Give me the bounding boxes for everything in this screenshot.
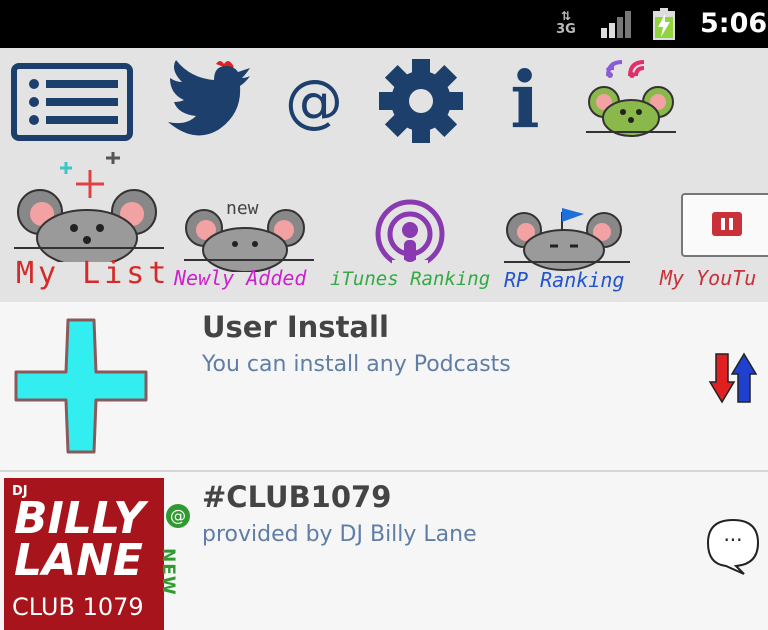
category-label: RP Ranking <box>504 268 625 292</box>
thumb-line2: LANE <box>14 535 143 586</box>
category-strip: My List new Newly Added iTunes Ranking R… <box>0 152 768 302</box>
info-icon[interactable]: i <box>500 56 550 146</box>
rss-badge-icon: @ <box>166 504 190 528</box>
thumb-line3: CLUB 1079 <box>12 593 144 621</box>
signal-icon <box>601 11 631 38</box>
podcast-icon <box>375 199 445 272</box>
thumb-line1: BILLY <box>14 493 145 544</box>
toolbar: @ i <box>0 48 768 152</box>
category-label: iTunes Ranking <box>330 268 491 290</box>
twitter-bird-icon[interactable] <box>160 56 252 146</box>
category-itunes-ranking[interactable]: iTunes Ranking <box>330 152 490 302</box>
list-item-club1079[interactable]: DJ BILLY LANE CLUB 1079 @ NEW #CLUB1079 … <box>0 474 768 630</box>
new-badge: new <box>226 198 259 219</box>
item-title: #CLUB1079 <box>202 480 392 514</box>
category-label: My YouTu <box>660 266 757 290</box>
category-my-list[interactable]: My List <box>10 152 170 302</box>
item-title: User Install <box>202 310 389 344</box>
network-indicator: ⇅ 3G <box>556 9 576 37</box>
at-sign-icon[interactable]: @ <box>282 56 346 146</box>
rss-mouse-icon[interactable] <box>584 56 678 146</box>
list-item-user-install[interactable]: User Install You can install any Podcast… <box>0 302 768 472</box>
list-icon[interactable] <box>10 56 134 146</box>
category-label: My List <box>16 256 171 291</box>
item-subtitle: You can install any Podcasts <box>202 352 511 377</box>
category-newly-added[interactable]: new Newly Added <box>174 152 326 302</box>
clock: 5:06 <box>700 8 768 39</box>
mouse-flag-icon <box>504 208 630 271</box>
item-subtitle: provided by DJ Billy Lane <box>202 522 477 547</box>
sort-arrows-icon[interactable] <box>708 352 758 404</box>
category-rp-ranking[interactable]: RP Ranking <box>500 152 636 302</box>
battery-charging-icon <box>653 8 675 40</box>
status-bar: ⇅ 3G 5:06 <box>0 0 768 48</box>
category-my-youtube[interactable]: My YouTu <box>658 152 768 302</box>
speech-bubble-icon[interactable]: ··· <box>706 518 760 576</box>
podcast-thumbnail: DJ BILLY LANE CLUB 1079 <box>4 478 164 630</box>
youtube-screen-icon <box>681 193 768 257</box>
podcast-list: User Install You can install any Podcast… <box>0 302 768 630</box>
plus-icon <box>14 318 148 454</box>
gear-icon[interactable] <box>376 56 466 146</box>
category-label: Newly Added <box>174 266 307 290</box>
mouse-plus-icon <box>14 152 164 262</box>
